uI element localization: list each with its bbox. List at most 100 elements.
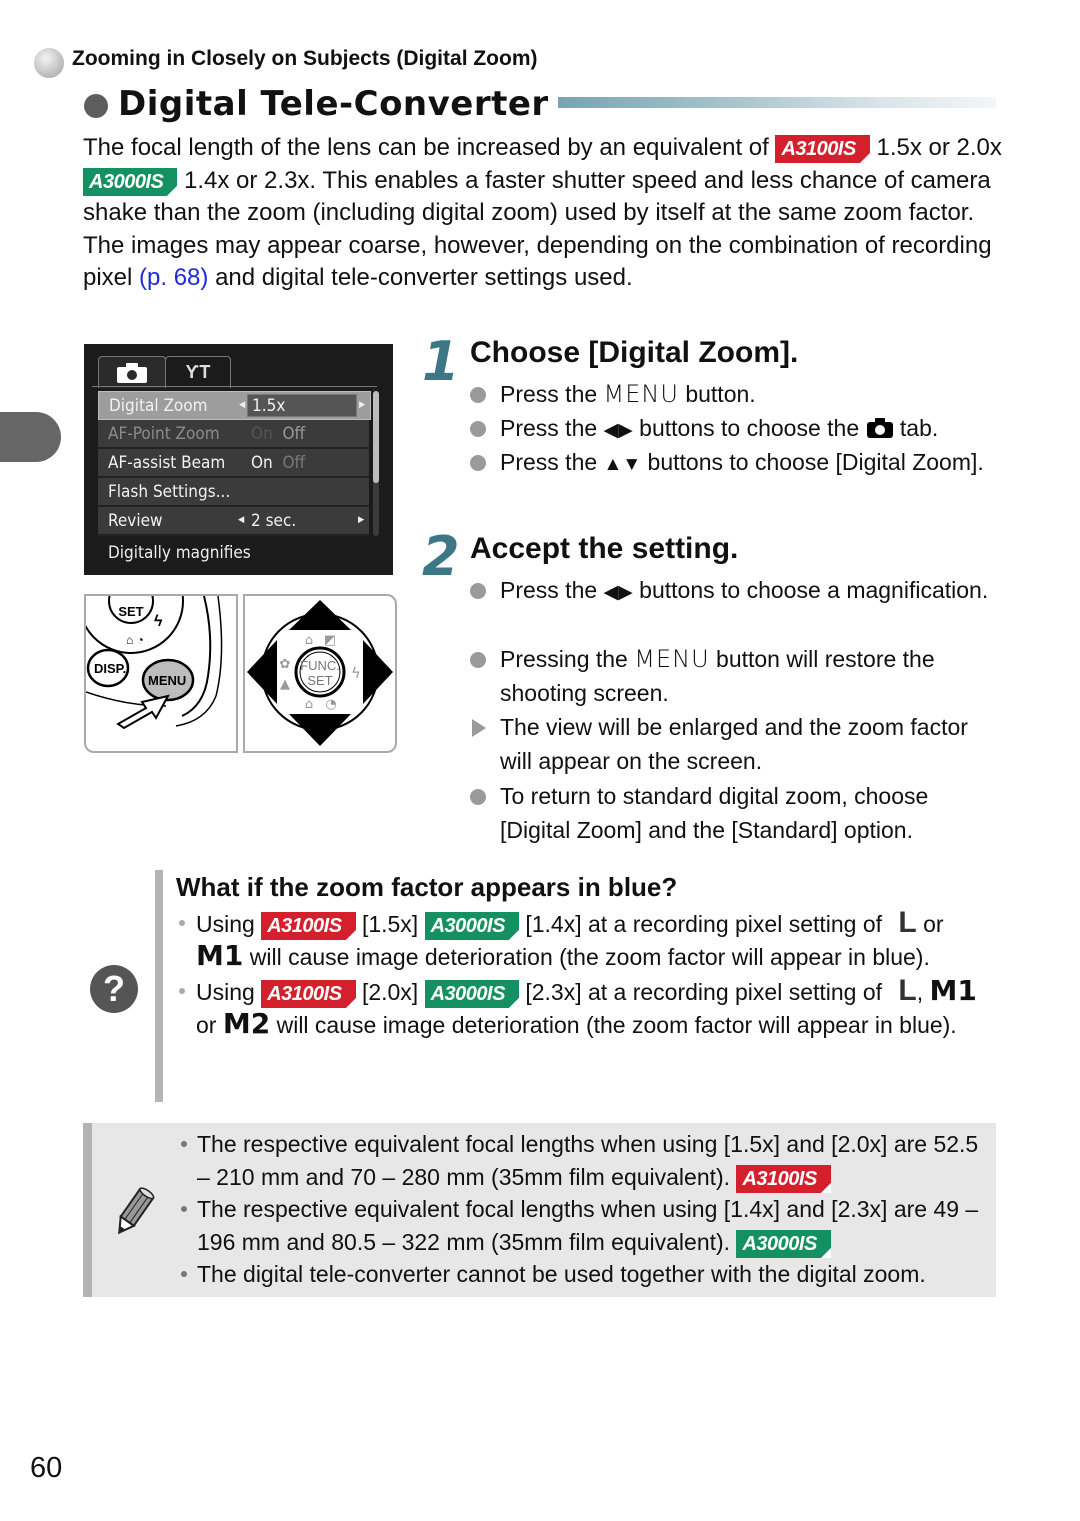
left-right-buttons-icon: ◀▶ <box>603 582 633 603</box>
section-header: Zooming in Closely on Subjects (Digital … <box>72 47 538 70</box>
menu-row-af-point-zoom: AF-Point Zoom On Off <box>98 420 369 449</box>
svg-text:◩: ◩ <box>324 633 336 648</box>
a3000-badge: A3000IS <box>83 167 178 196</box>
menu-row-value: 1.5x <box>252 395 286 416</box>
scrollbar-thumb <box>373 391 379 483</box>
camera-icon <box>117 362 147 383</box>
step-number-2: 2 <box>422 525 460 588</box>
bullet-text: To return to standard digital zoom, choo… <box>500 783 929 843</box>
m1-size-icon: M1 <box>929 974 977 1007</box>
menu-help-text: Digitally magnifies <box>108 543 251 563</box>
menu-row-digital-zoom: Digital Zoom ◀ 1.5x ▶ <box>98 391 371 420</box>
note-list: The respective equivalent focal lengths … <box>179 1128 994 1291</box>
menu-row-label: AF-Point Zoom <box>108 423 220 444</box>
svg-text:SET: SET <box>118 604 143 619</box>
step2-bullet-4: To return to standard digital zoom, choo… <box>470 779 1000 847</box>
bullet-dot-icon <box>470 421 486 437</box>
svg-text:⌂: ⌂ <box>305 697 313 712</box>
bullet-text: Press the <box>500 449 604 475</box>
svg-text:⌂ ◔: ⌂ ◔ <box>126 633 144 647</box>
menu-row-value: On Off <box>251 453 305 473</box>
right-arrow-icon: ▶ <box>359 400 366 410</box>
tab-divider <box>92 386 377 387</box>
step2-bullet-2: Pressing the MENU button will restore th… <box>470 642 1000 710</box>
svg-text:⌂: ⌂ <box>305 633 313 648</box>
menu-button-glyph: MENU <box>603 380 679 408</box>
note-text: The respective equivalent focal lengths … <box>197 1196 979 1255</box>
intro-text-b: 1.5x or 2.0x <box>869 134 1002 161</box>
question-title: What if the zoom factor appears in blue? <box>176 872 678 902</box>
page-title: Digital Tele-Converter <box>118 84 549 124</box>
large-size-icon: L <box>898 974 917 1007</box>
question-item-1: Using A3100IS [1.5x] A3000IS [1.4x] at a… <box>176 907 996 973</box>
item-text: Using <box>196 979 255 1005</box>
intro-paragraph-1: The focal length of the lens can be incr… <box>83 132 1003 230</box>
item-text: [1.4x] at a recording pixel setting of <box>525 911 883 937</box>
bullet-dot-icon <box>470 652 486 668</box>
bullet-text: buttons to choose the <box>632 415 866 441</box>
intro-text-e: and digital tele-converter settings used… <box>208 264 633 292</box>
chapter-side-tab <box>0 412 61 462</box>
bullet-dot-icon <box>181 1206 187 1212</box>
step-number-1: 1 <box>422 330 460 393</box>
bullet-text: buttons to choose a magnification. <box>632 577 989 603</box>
value-on: On <box>251 423 273 444</box>
item-text: Using <box>196 911 255 937</box>
bullet-text: Press the <box>500 381 604 407</box>
large-size-icon: L <box>898 906 917 939</box>
value-on: On <box>251 452 273 473</box>
camera-menu-screen: ƳT Digital Zoom ◀ 1.5x ▶ AF-Point Zoom O… <box>84 344 393 575</box>
item-text: [2.3x] at a recording pixel setting of <box>525 979 883 1005</box>
item-text: [1.5x] <box>361 911 419 937</box>
bullet-dot-icon <box>470 789 486 805</box>
svg-text:MENU: MENU <box>148 673 186 688</box>
camera-back-buttons-icon: SET ϟ ⌂ ◔ DISP. MENU <box>86 596 223 730</box>
menu-button-illustration: SET ϟ ⌂ ◔ DISP. MENU <box>84 594 238 753</box>
note-side-bar <box>83 1123 92 1297</box>
a3100-badge: A3100IS <box>775 135 871 163</box>
bullet-text: Press the <box>500 415 604 441</box>
intro-text: The focal length of the lens can be incr… <box>83 132 1003 295</box>
menu-button-glyph: MENU <box>634 645 710 673</box>
left-arrow-icon: ◀ <box>239 400 246 410</box>
section-bullet-icon <box>34 48 64 78</box>
item-text: or <box>923 911 944 937</box>
camera-icon <box>866 418 893 438</box>
dpad-illustration: FUNC. SET ⌂ ◩ ✿ ▲ ϟ ⌂ ◔ <box>243 594 397 753</box>
page-link[interactable]: (p. 68) <box>139 264 208 291</box>
right-arrow-icon: ▶ <box>358 515 365 525</box>
svg-text:FUNC.: FUNC. <box>300 658 340 673</box>
bullet-dot-icon <box>470 583 486 599</box>
step1-bullet-3: Press the ▲▼ buttons to choose [Digital … <box>470 445 1000 482</box>
question-list: Using A3100IS [1.5x] A3000IS [1.4x] at a… <box>176 907 996 1043</box>
intro-paragraph-2: The images may appear coarse, however, d… <box>83 230 1003 295</box>
value-off: Off <box>282 423 306 444</box>
bullet-text: The view will be enlarged and the zoom f… <box>500 714 968 774</box>
question-icon: ? <box>90 965 138 1013</box>
item-text: , <box>916 979 924 1005</box>
title-decoration-bar <box>558 97 996 108</box>
item-text: will cause image deterioration (the zoom… <box>276 1012 957 1038</box>
item-text: or <box>196 1012 217 1038</box>
note-item-2: The respective equivalent focal lengths … <box>179 1193 994 1258</box>
step1-bullet-1: Press the MENU button. <box>470 377 1000 411</box>
note-box: The respective equivalent focal lengths … <box>83 1123 996 1297</box>
svg-text:SET: SET <box>307 673 332 688</box>
m2-size-icon: M2 <box>222 1007 271 1040</box>
note-text: The digital tele-converter cannot be use… <box>197 1261 926 1287</box>
bullet-dot-icon <box>179 920 185 926</box>
note-item-1: The respective equivalent focal lengths … <box>179 1128 994 1193</box>
svg-text:ϟ: ϟ <box>154 613 163 630</box>
menu-row-flash-settings: Flash Settings... <box>98 478 369 507</box>
page-number: 60 <box>30 1452 63 1484</box>
step1-bullet-2: Press the ◀▶ buttons to choose the tab. <box>470 411 1000 448</box>
svg-text:◔: ◔ <box>325 697 336 712</box>
a3000-badge: A3000IS <box>736 1229 832 1258</box>
step-title-1: Choose [Digital Zoom]. <box>470 336 799 369</box>
a3100-badge: A3100IS <box>261 980 356 1008</box>
svg-text:▲: ▲ <box>280 677 290 692</box>
svg-text:✿: ✿ <box>280 657 291 672</box>
menu-row-af-assist-beam: AF-assist Beam On Off <box>98 449 369 478</box>
result-arrow-icon <box>472 719 486 737</box>
question-side-bar <box>155 870 163 1102</box>
